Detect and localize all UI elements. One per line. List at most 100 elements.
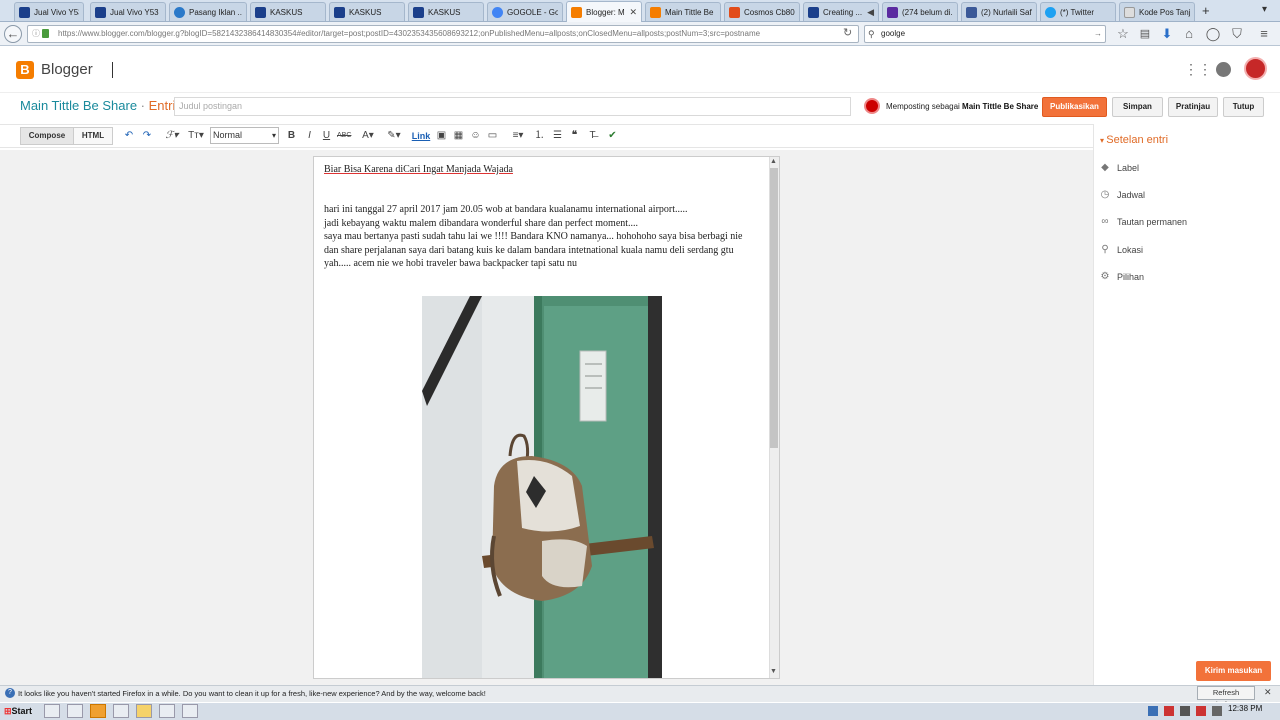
strikethrough-icon[interactable]: ABC: [337, 128, 351, 144]
folder-taskbar-icon[interactable]: [136, 704, 152, 718]
search-input[interactable]: ⚲ goolge →: [864, 25, 1106, 43]
italic-icon[interactable]: I: [304, 128, 315, 144]
browser-tab[interactable]: KASKUS: [408, 2, 484, 21]
taskbar-app-icon[interactable]: [44, 704, 60, 718]
font-family-icon[interactable]: ℱ▾: [162, 128, 182, 144]
sidebar-item-schedule[interactable]: ◷ Jadwal: [1100, 190, 1145, 201]
redo-icon[interactable]: ↷: [141, 128, 153, 144]
search-go-icon[interactable]: →: [1094, 26, 1102, 42]
post-heading[interactable]: Biar Bisa Karena diCari Ingat Manjada Wa…: [324, 164, 513, 175]
browser-tab[interactable]: Cosmos Cb80...: [724, 2, 800, 21]
sidebar-item-label[interactable]: ◆ Label: [1100, 163, 1139, 174]
avatar[interactable]: [1244, 57, 1267, 80]
post-settings-header[interactable]: ▾ Setelan entri: [1100, 134, 1168, 146]
close-icon[interactable]: ✕: [1264, 687, 1272, 698]
browser-tab[interactable]: Jual Vivo Y53 ...: [90, 2, 166, 21]
bold-icon[interactable]: B: [286, 128, 297, 144]
taskbar-app-icon[interactable]: [182, 704, 198, 718]
publish-button[interactable]: Publikasikan: [1042, 97, 1107, 117]
url-input[interactable]: ⓘ https://www.blogger.com/blogger.g?blogI…: [27, 25, 859, 43]
firefox-notification-bar: ? It looks like you haven't started Firef…: [0, 685, 1280, 702]
html-tab[interactable]: HTML: [73, 127, 113, 145]
bullet-list-icon[interactable]: ☰: [551, 128, 564, 144]
browser-tab-active[interactable]: Blogger: M...✕: [566, 1, 642, 22]
browser-tab[interactable]: Pasang Iklan ...: [169, 2, 247, 21]
pocket-icon[interactable]: ⛉: [1228, 25, 1246, 43]
new-tab-icon[interactable]: +: [1202, 3, 1210, 18]
browser-tab[interactable]: (274 belum di...: [882, 2, 958, 21]
sidebar-item-location[interactable]: ⚲ Lokasi: [1100, 245, 1143, 256]
browser-tab[interactable]: KASKUS: [329, 2, 405, 21]
sidebar-item-options[interactable]: ⚙ Pilihan: [1100, 272, 1145, 283]
browser-tab[interactable]: GOGOLE - Go...: [487, 2, 563, 21]
image-icon[interactable]: ▣: [435, 128, 448, 144]
format-select[interactable]: Normal ▾: [210, 127, 279, 144]
browser-tab-strip: Jual Vivo Y53 ... Jual Vivo Y53 ... Pasa…: [0, 0, 1280, 22]
undo-icon[interactable]: ↶: [123, 128, 135, 144]
close-button[interactable]: Tutup: [1223, 97, 1264, 117]
home-icon[interactable]: ⌂: [1180, 25, 1198, 43]
align-icon[interactable]: ≡▾: [508, 128, 528, 144]
browser-tab[interactable]: Creating ... ◀: [803, 2, 879, 21]
text-color-icon[interactable]: A▾: [358, 128, 378, 144]
browser-tab[interactable]: Jual Vivo Y53 ...: [14, 2, 84, 21]
sidebar-item-permalink[interactable]: ∞ Tautan permanen: [1100, 217, 1187, 228]
link-button[interactable]: Link: [411, 128, 431, 144]
jump-break-icon[interactable]: ▭: [486, 128, 499, 144]
refresh-firefox-button[interactable]: Refresh Firefox...: [1197, 686, 1255, 709]
numbered-list-icon[interactable]: ⒈: [533, 128, 546, 144]
volume-icon[interactable]: [1212, 706, 1222, 716]
kaskus-icon: [334, 6, 345, 18]
post-paragraph-line[interactable]: dan share perjalanan saya dari batang ku…: [324, 245, 734, 256]
scrollbar-thumb[interactable]: [770, 168, 778, 448]
firefox-taskbar-icon[interactable]: [90, 704, 106, 718]
post-paragraph-line[interactable]: saya mau bertanya pasti sudah tahu lai w…: [324, 231, 742, 242]
post-paragraph-line[interactable]: hari ini tanggal 27 april 2017 jam 20.05…: [324, 204, 688, 215]
browser-tab[interactable]: (2) Nurlaili Safi...: [961, 2, 1037, 21]
taskbar-app-icon[interactable]: [159, 704, 175, 718]
chat-icon[interactable]: ◯: [1204, 25, 1222, 43]
font-size-icon[interactable]: Tт▾: [186, 128, 206, 144]
start-button[interactable]: ⊞Start: [1, 703, 35, 719]
blog-title[interactable]: Main Tittle Be Share · Entri: [20, 98, 175, 113]
emoji-icon[interactable]: ☺: [469, 128, 482, 144]
clear-formatting-icon[interactable]: T̶: [586, 128, 599, 144]
reload-icon[interactable]: ↻: [843, 26, 852, 39]
blogger-icon: [650, 6, 661, 18]
post-photo[interactable]: [422, 296, 662, 678]
spellcheck-icon[interactable]: ✔: [606, 128, 619, 144]
browser-tab[interactable]: Main Tittle Be ...: [645, 2, 721, 21]
quote-icon[interactable]: ❝: [568, 128, 581, 144]
browser-tab[interactable]: Kode Pos Tanj...: [1119, 2, 1195, 21]
post-paragraph-line[interactable]: yah..... acem nie we hobi traveler bawa …: [324, 258, 577, 269]
menu-icon[interactable]: ≡: [1255, 25, 1273, 43]
bookmarks-list-icon[interactable]: ▤: [1136, 25, 1154, 43]
highlight-color-icon[interactable]: ✎▾: [383, 128, 405, 144]
underline-icon[interactable]: U: [321, 128, 332, 144]
browser-tab[interactable]: (*) Twitter: [1040, 2, 1116, 21]
scroll-up-icon[interactable]: ▲: [770, 158, 777, 165]
tray-icon[interactable]: [1180, 706, 1190, 716]
bookmark-star-icon[interactable]: ☆: [1114, 25, 1132, 43]
close-tab-icon[interactable]: ✕: [629, 7, 637, 18]
notifications-bell-icon[interactable]: [1216, 62, 1231, 77]
apps-grid-icon[interactable]: ⋮⋮: [1184, 61, 1212, 78]
browser-tab[interactable]: KASKUS: [250, 2, 326, 21]
tray-icon[interactable]: [1148, 706, 1158, 716]
save-button[interactable]: Simpan: [1112, 97, 1163, 117]
back-arrow-icon[interactable]: ←: [4, 25, 22, 43]
blogger-logo-icon[interactable]: B: [16, 61, 34, 79]
download-icon[interactable]: ⬇: [1158, 25, 1176, 43]
tray-icon[interactable]: [1196, 706, 1206, 716]
tray-icon[interactable]: [1164, 706, 1174, 716]
post-paragraph-line[interactable]: jadi kebayang waktu malem dibandara wond…: [324, 218, 638, 229]
taskbar-app-icon[interactable]: [67, 704, 83, 718]
compose-tab[interactable]: Compose: [20, 127, 74, 145]
preview-button[interactable]: Pratinjau: [1168, 97, 1218, 117]
send-feedback-button[interactable]: Kirim masukan: [1196, 661, 1271, 681]
scroll-down-icon[interactable]: ▼: [770, 668, 777, 675]
video-icon[interactable]: ▦: [452, 128, 465, 144]
list-tabs-icon[interactable]: ▾: [1262, 4, 1267, 15]
speaker-icon[interactable]: [113, 704, 129, 718]
post-title-input[interactable]: Judul postingan: [174, 97, 851, 116]
